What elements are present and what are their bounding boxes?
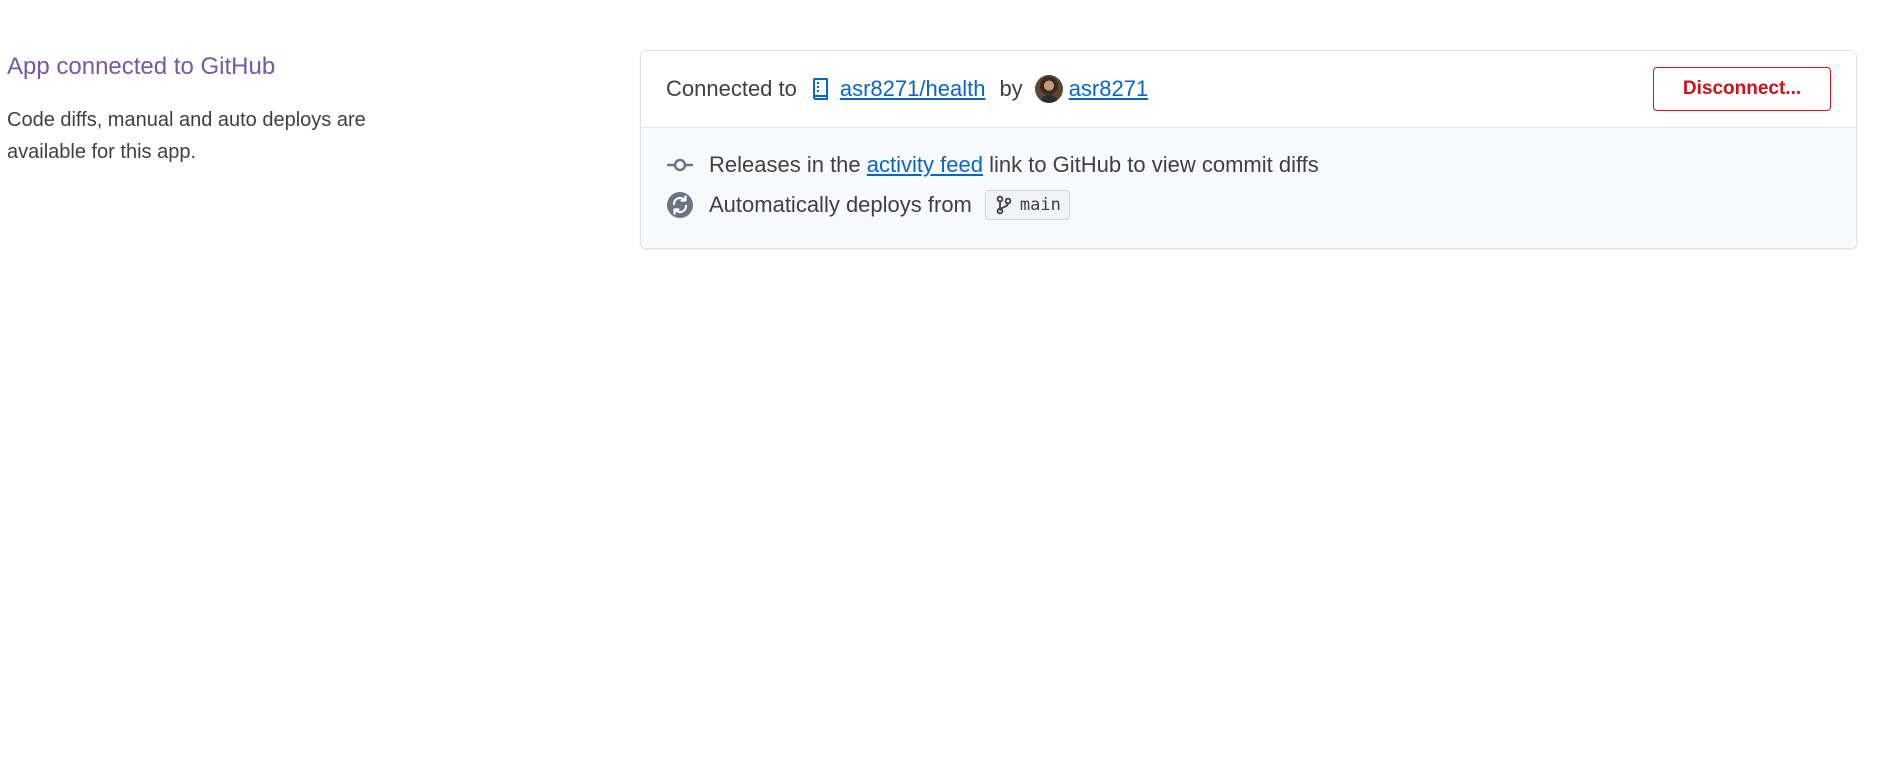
branch-badge: main xyxy=(984,190,1070,220)
releases-suffix: link to GitHub to view commit diffs xyxy=(989,152,1319,177)
connected-label: Connected to xyxy=(666,76,797,101)
by-label: by xyxy=(999,76,1023,101)
releases-prefix: Releases in the xyxy=(709,152,861,177)
section-description: Code diffs, manual and auto deploys are … xyxy=(7,109,366,163)
branch-name: main xyxy=(1019,195,1061,215)
github-connection-card: Connected to asr8271/health by asr8271 D… xyxy=(640,50,1857,249)
card-body: Releases in the activity feed link to Gi… xyxy=(641,128,1856,248)
user-avatar[interactable] xyxy=(1034,75,1063,103)
user-link[interactable]: asr8271 xyxy=(1069,76,1149,102)
repo-icon xyxy=(809,77,831,101)
disconnect-button[interactable]: Disconnect... xyxy=(1653,67,1831,111)
releases-row: Releases in the activity feed link to Gi… xyxy=(666,150,1831,180)
sync-icon xyxy=(666,191,694,219)
page: App connected to GitHub Code diffs, manu… xyxy=(0,0,1896,760)
autodeploy-row: Automatically deploys from main xyxy=(666,190,1831,220)
card-header: Connected to asr8271/health by asr8271 D… xyxy=(641,51,1856,128)
section-title: App connected to GitHub xyxy=(7,53,276,80)
activity-feed-link[interactable]: activity feed xyxy=(867,152,983,178)
repo-link[interactable]: asr8271/health xyxy=(840,76,986,102)
section-intro: App connected to GitHub Code diffs, manu… xyxy=(7,50,437,168)
git-branch-icon xyxy=(996,195,1012,215)
autodeploy-label: Automatically deploys from xyxy=(709,192,972,217)
commit-icon xyxy=(666,151,694,179)
